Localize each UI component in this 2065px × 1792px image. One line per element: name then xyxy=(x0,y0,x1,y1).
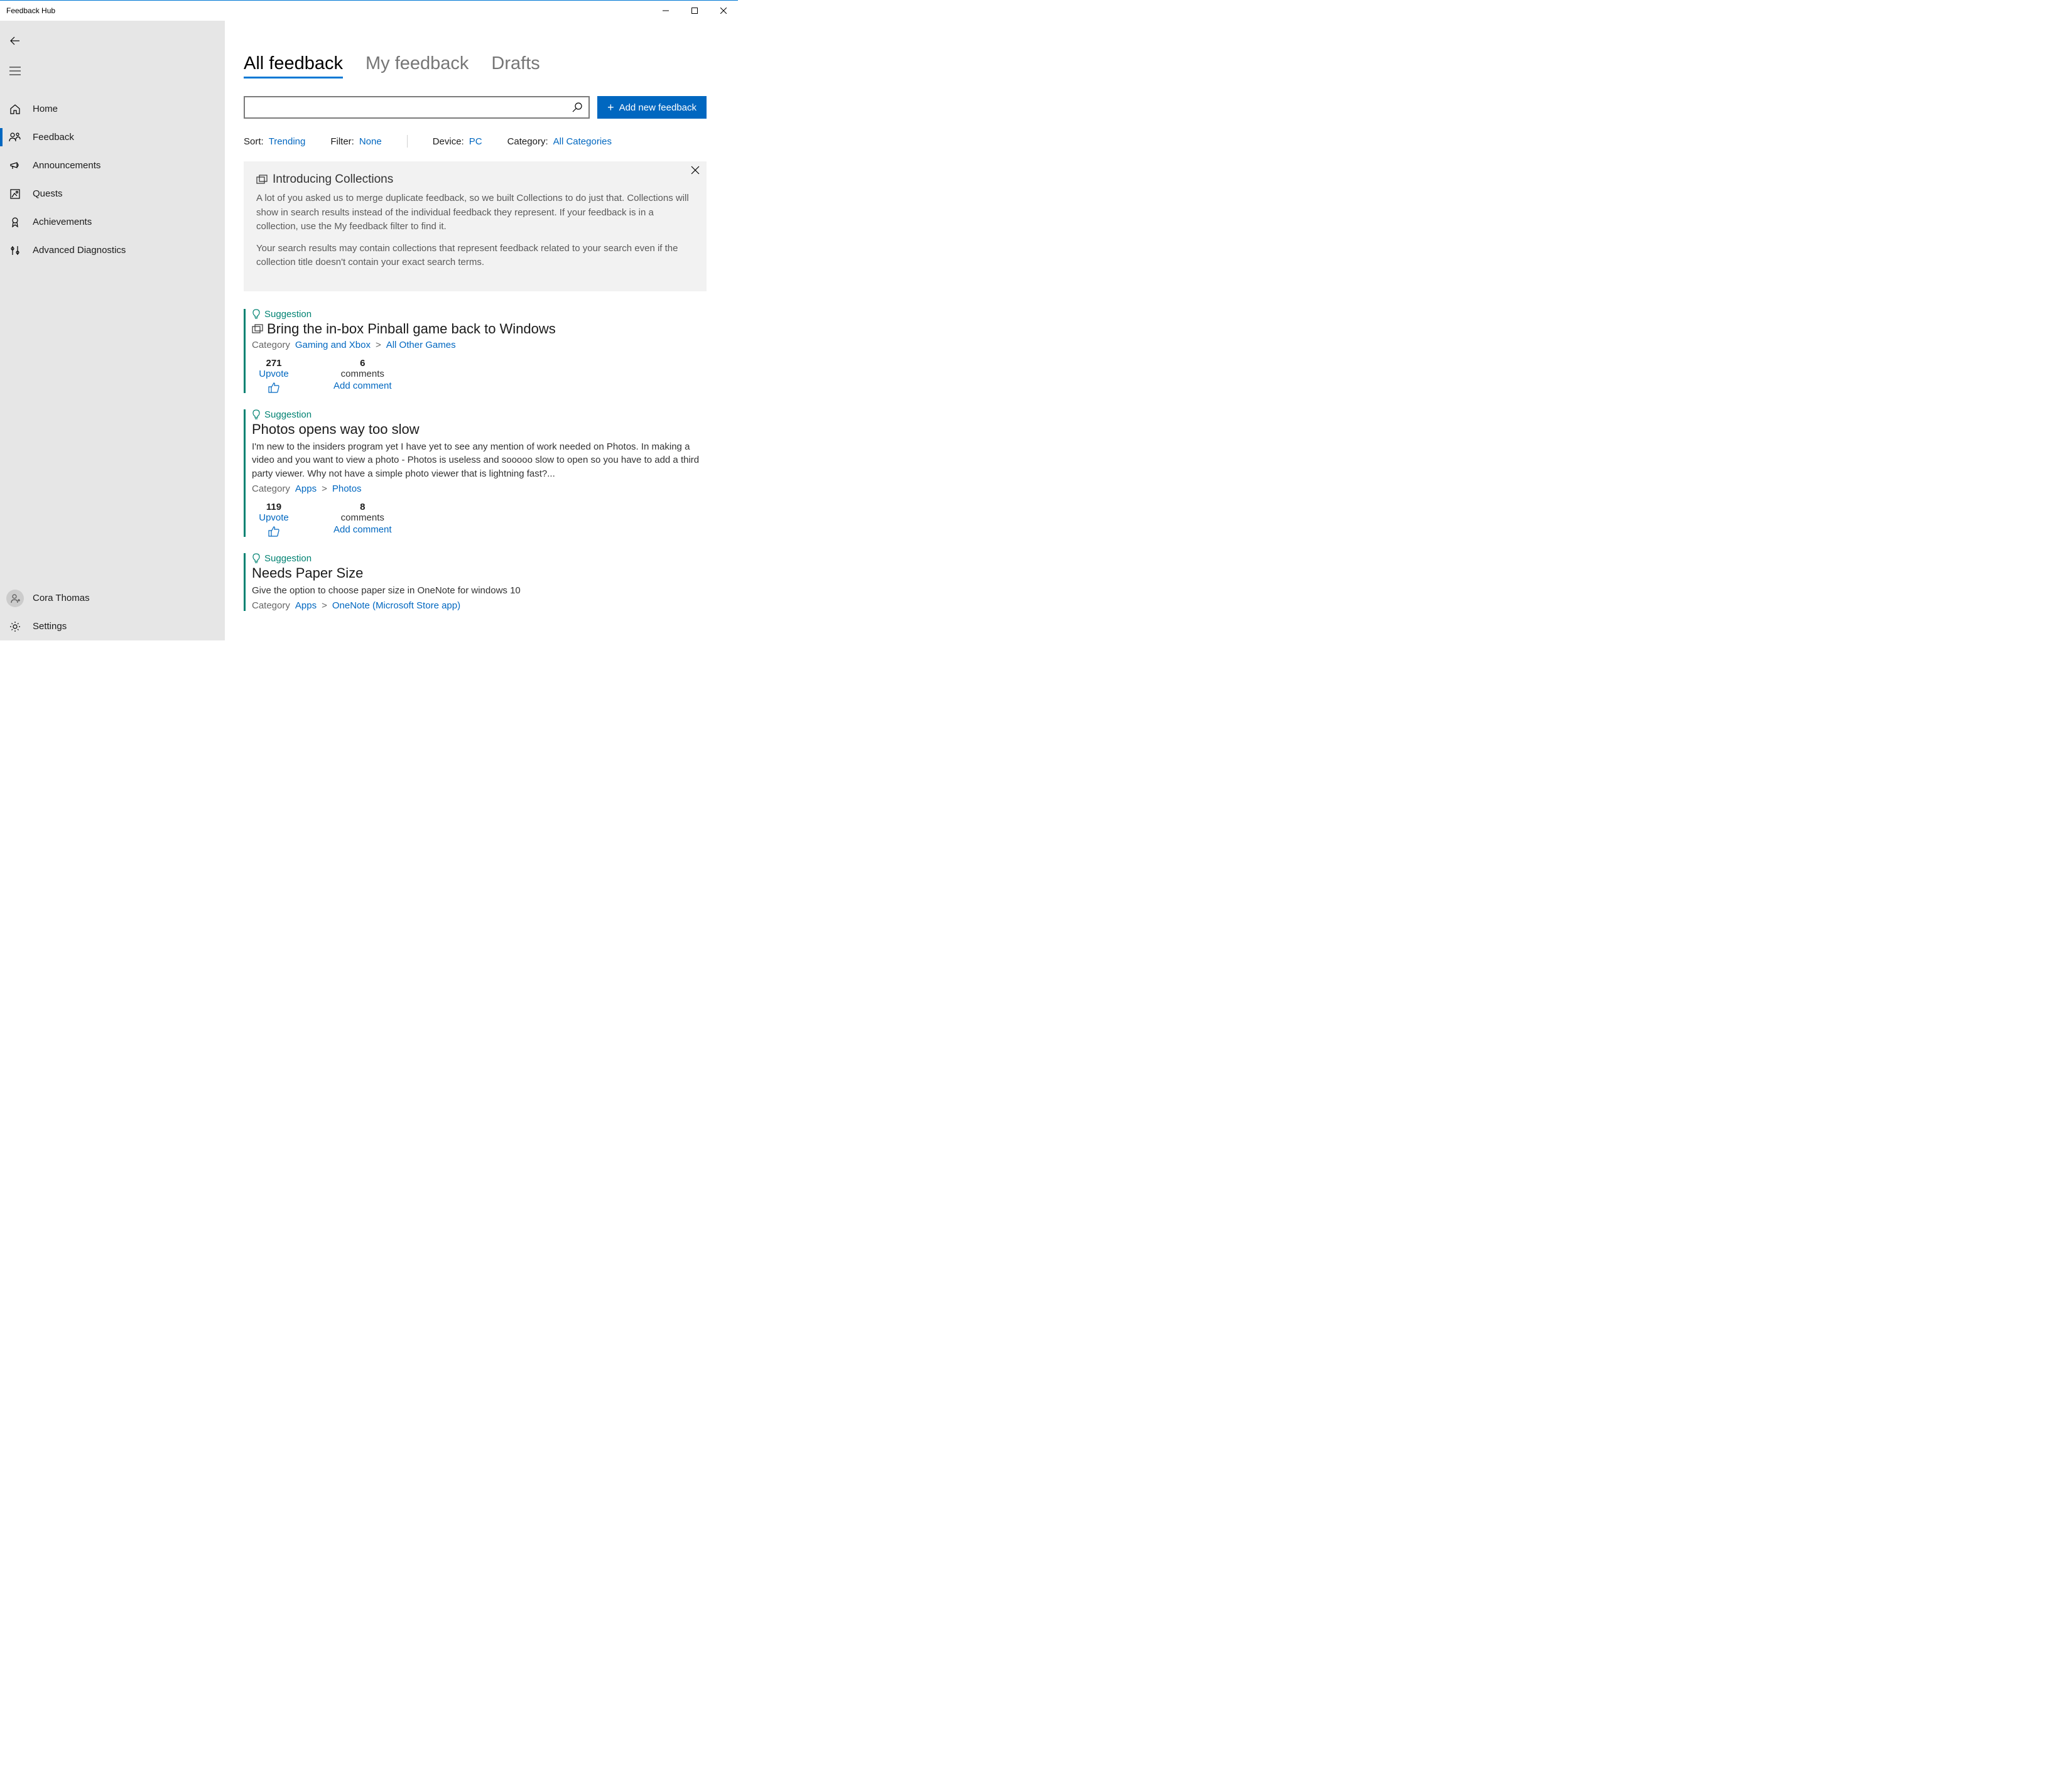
main-content: All feedback My feedback Drafts + Add ne… xyxy=(225,21,738,640)
add-comment-link[interactable]: Add comment xyxy=(333,381,392,391)
banner-close-button[interactable] xyxy=(690,165,700,175)
titlebar: Feedback Hub xyxy=(0,1,738,21)
megaphone-icon xyxy=(9,159,21,172)
category-link[interactable]: Apps xyxy=(295,600,317,611)
search-box[interactable] xyxy=(244,96,590,119)
sliders-icon xyxy=(9,244,21,257)
category-label: Category xyxy=(252,483,290,494)
chevron-right-icon: > xyxy=(376,340,381,350)
feedback-type: Suggestion xyxy=(264,309,312,320)
lightbulb-icon xyxy=(252,409,261,419)
plus-icon: + xyxy=(607,101,614,114)
user-name: Cora Thomas xyxy=(33,593,90,603)
collection-icon xyxy=(256,175,268,185)
subcategory-link[interactable]: All Other Games xyxy=(386,340,456,350)
sidebar-item-home[interactable]: Home xyxy=(0,95,225,123)
comments-label: comments xyxy=(341,512,384,523)
sidebar-item-label: Feedback xyxy=(33,132,74,143)
chevron-right-icon: > xyxy=(322,483,327,494)
sidebar-item-label: Home xyxy=(33,104,58,114)
feedback-icon xyxy=(9,131,21,144)
feedback-body: Give the option to choose paper size in … xyxy=(252,584,707,598)
info-banner: Introducing Collections A lot of you ask… xyxy=(244,161,707,291)
sidebar-item-quests[interactable]: Quests xyxy=(0,180,225,208)
sidebar-item-diagnostics[interactable]: Advanced Diagnostics xyxy=(0,236,225,264)
comment-count: 6 xyxy=(360,358,365,369)
subcategory-link[interactable]: Photos xyxy=(332,483,362,494)
thumbs-up-icon xyxy=(268,526,280,537)
category-label: Category xyxy=(252,340,290,350)
upvote-button[interactable]: 119 Upvote xyxy=(252,502,296,537)
lightbulb-icon xyxy=(252,553,261,563)
category-link[interactable]: Gaming and Xbox xyxy=(295,340,371,350)
collection-icon xyxy=(252,324,263,334)
sidebar-item-announcements[interactable]: Announcements xyxy=(0,151,225,180)
divider xyxy=(407,135,408,148)
chevron-right-icon: > xyxy=(322,600,327,611)
add-feedback-button[interactable]: + Add new feedback xyxy=(597,96,707,119)
comment-count: 8 xyxy=(360,502,365,512)
banner-title: Introducing Collections xyxy=(273,173,393,186)
gear-icon xyxy=(9,620,21,633)
sidebar-item-achievements[interactable]: Achievements xyxy=(0,208,225,236)
home-icon xyxy=(9,103,21,116)
badge-icon xyxy=(9,216,21,229)
banner-text-2: Your search results may contain collecti… xyxy=(256,242,694,270)
category-link[interactable]: Apps xyxy=(295,483,317,494)
sidebar-item-label: Achievements xyxy=(33,217,92,227)
banner-text-1: A lot of you asked us to merge duplicate… xyxy=(256,192,694,234)
tab-my-feedback[interactable]: My feedback xyxy=(366,53,469,74)
tab-all-feedback[interactable]: All feedback xyxy=(244,53,343,78)
category-dropdown[interactable]: Category: All Categories xyxy=(507,136,612,147)
add-comment-link[interactable]: Add comment xyxy=(333,524,392,535)
subcategory-link[interactable]: OneNote (Microsoft Store app) xyxy=(332,600,460,611)
lightbulb-icon xyxy=(252,309,261,319)
feedback-title: Photos opens way too slow xyxy=(252,421,707,438)
comments-label: comments xyxy=(341,369,384,379)
sidebar-item-label: Quests xyxy=(33,188,63,199)
sidebar-item-feedback[interactable]: Feedback xyxy=(0,123,225,151)
feedback-type: Suggestion xyxy=(264,409,312,420)
feedback-item[interactable]: Suggestion Bring the in-box Pinball game… xyxy=(244,309,707,393)
sidebar-item-user[interactable]: Cora Thomas xyxy=(0,584,225,612)
filters-row: Sort: Trending Filter: None Device: PC C… xyxy=(244,135,707,148)
search-input[interactable] xyxy=(245,97,572,117)
feedback-item[interactable]: Suggestion Needs Paper Size Give the opt… xyxy=(244,553,707,611)
feedback-type: Suggestion xyxy=(264,553,312,564)
maximize-button[interactable] xyxy=(680,1,709,21)
feedback-title: Needs Paper Size xyxy=(252,565,707,581)
map-icon xyxy=(9,188,21,200)
window-controls xyxy=(651,1,738,21)
window-title: Feedback Hub xyxy=(6,6,55,15)
sort-dropdown[interactable]: Sort: Trending xyxy=(244,136,305,147)
avatar xyxy=(6,590,24,607)
feedback-item[interactable]: Suggestion Photos opens way too slow I'm… xyxy=(244,409,707,537)
sidebar-item-label: Advanced Diagnostics xyxy=(33,245,126,256)
sidebar-item-label: Announcements xyxy=(33,160,100,171)
search-icon[interactable] xyxy=(572,102,582,112)
sidebar-item-label: Settings xyxy=(33,621,67,632)
hamburger-button[interactable] xyxy=(0,58,30,84)
tab-drafts[interactable]: Drafts xyxy=(491,53,539,74)
device-dropdown[interactable]: Device: PC xyxy=(433,136,482,147)
sidebar: Home Feedback Announcements Quests Achie… xyxy=(0,21,225,640)
sidebar-item-settings[interactable]: Settings xyxy=(0,612,225,640)
category-label: Category xyxy=(252,600,290,611)
back-button[interactable] xyxy=(0,28,30,53)
feedback-body: I'm new to the insiders program yet I ha… xyxy=(252,440,707,481)
close-button[interactable] xyxy=(709,1,738,21)
filter-dropdown[interactable]: Filter: None xyxy=(330,136,381,147)
tabs: All feedback My feedback Drafts xyxy=(244,53,707,78)
minimize-button[interactable] xyxy=(651,1,680,21)
thumbs-up-icon xyxy=(268,382,280,393)
add-feedback-label: Add new feedback xyxy=(619,102,696,113)
feedback-title: Bring the in-box Pinball game back to Wi… xyxy=(267,321,556,337)
upvote-button[interactable]: 271 Upvote xyxy=(252,358,296,393)
